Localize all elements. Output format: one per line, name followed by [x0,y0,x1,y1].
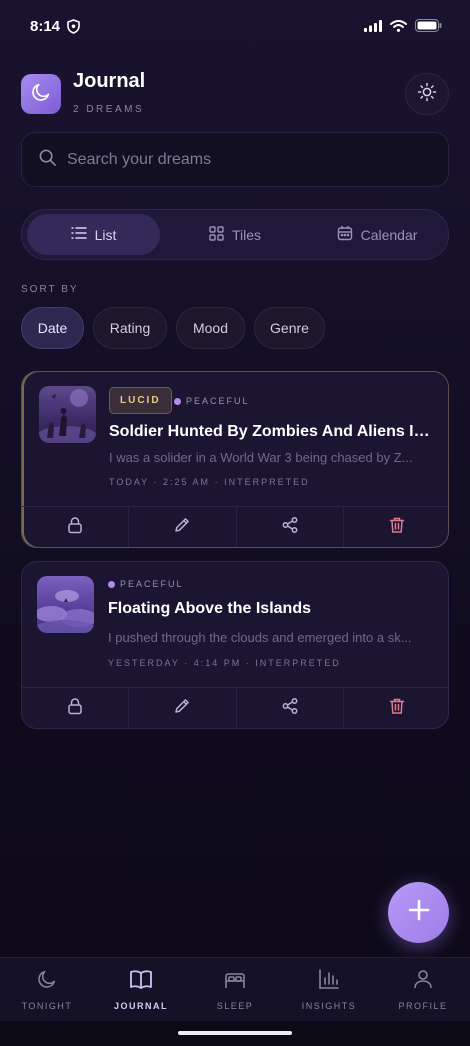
tab-journal-label: JOURNAL [113,1001,168,1011]
tab-journal[interactable]: JOURNAL [94,958,188,1021]
moon-icon [36,968,58,995]
wifi-icon [390,19,407,37]
sort-chip-date[interactable]: Date [21,307,84,349]
dream-thumbnail [39,386,96,443]
dream-meta: YESTERDAY · 4:14 PM · INTERPRETED [108,658,341,668]
dream-date: TODAY [109,477,150,487]
shield-icon [67,19,80,39]
share-button[interactable] [237,688,344,728]
lock-button[interactable] [22,507,130,547]
mood-tag: PEACEFUL [108,579,184,589]
sort-chip-rating[interactable]: Rating [93,307,167,349]
share-icon [281,697,299,720]
card-actions [22,506,448,547]
mood-dot [108,580,115,588]
meta-separator: · [245,658,256,668]
dream-title: Soldier Hunted By Zombies And Aliens In … [109,423,434,440]
card-actions [22,687,448,728]
view-list-button[interactable]: List [27,214,160,255]
edit-button[interactable] [129,688,237,728]
sort-chip-mood[interactable]: Mood [176,307,245,349]
calendar-icon [337,225,353,244]
add-dream-button[interactable] [388,882,449,943]
share-icon [281,516,299,539]
status-time: 8:14 [30,18,61,35]
tab-insights-label: INSIGHTS [301,1001,357,1011]
view-mode-toggle: List Tiles Calendar [21,209,449,260]
tab-insights[interactable]: INSIGHTS [282,958,376,1021]
lock-icon [66,697,84,720]
dream-time: 2:25 AM [163,477,211,487]
tab-profile[interactable]: PROFILE [376,958,470,1021]
interpreted-status: INTERPRETED [224,477,310,487]
sort-chip-genre[interactable]: Genre [254,307,325,349]
list-icon [70,226,87,243]
meta-separator: · [153,477,164,487]
view-tiles-button[interactable]: Tiles [170,214,300,255]
theme-toggle-button[interactable] [405,73,449,115]
lock-icon [66,516,84,539]
pencil-icon [173,516,191,539]
mood-dot [174,397,181,405]
trash-icon [388,697,406,720]
search-icon [38,148,57,172]
sort-label: SORT BY [21,284,79,295]
tab-sleep-label: SLEEP [216,1001,254,1011]
home-indicator [178,1031,292,1035]
tab-tonight-label: TONIGHT [21,1001,73,1011]
dream-card[interactable]: LUCID PEACEFUL Soldier Hunted By Zombies… [21,371,449,548]
dream-thumbnail [37,576,94,633]
view-tiles-label: Tiles [231,226,262,243]
dream-card[interactable]: PEACEFUL Floating Above the Islands I pu… [21,561,449,729]
battery-icon [415,19,442,37]
dream-snippet: I pushed through the clouds and emerged … [108,630,412,645]
share-button[interactable] [237,507,344,547]
dream-snippet: I was a solider in a World War 3 being c… [109,450,413,465]
plus-icon [408,899,430,926]
dream-meta: TODAY · 2:25 AM · INTERPRETED [109,477,310,487]
bed-icon [223,968,247,995]
page-title: Journal [73,70,146,92]
edit-button[interactable] [129,507,237,547]
book-icon [129,968,153,995]
view-list-label: List [94,226,117,243]
bottom-tab-bar: TONIGHT JOURNAL SLEEP INSIGHTS PROFILE [0,957,470,1021]
dream-title: Floating Above the Islands [108,600,311,617]
app-logo [21,74,61,114]
lock-button[interactable] [22,688,130,728]
delete-button[interactable] [344,688,448,728]
tab-tonight[interactable]: TONIGHT [0,958,94,1021]
tab-profile-label: PROFILE [398,1001,448,1011]
interpreted-status: INTERPRETED [255,658,341,668]
tab-sleep[interactable]: SLEEP [188,958,282,1021]
sun-icon [417,82,437,107]
mood-label: PEACEFUL [120,579,184,589]
view-calendar-label: Calendar [360,226,418,243]
moon-icon [30,81,52,108]
pencil-icon [173,697,191,720]
dream-count: 2 DREAMS [73,104,145,115]
trash-icon [388,516,406,539]
dream-date: YESTERDAY [108,658,180,668]
delete-button[interactable] [344,507,448,547]
meta-separator: · [184,658,194,668]
search-input[interactable]: Search your dreams [21,132,449,187]
view-calendar-button[interactable]: Calendar [312,214,442,255]
person-icon [412,968,434,995]
dream-time: 4:14 PM [193,658,242,668]
mood-tag: PEACEFUL [174,396,250,406]
mood-label: PEACEFUL [186,396,250,406]
bar-chart-icon [318,968,340,995]
signal-icon [364,19,382,37]
lucid-badge: LUCID [109,387,172,414]
search-placeholder: Search your dreams [67,150,212,168]
status-bar: 8:14 [0,0,470,56]
meta-separator: · [214,477,225,487]
grid-icon [209,225,224,244]
